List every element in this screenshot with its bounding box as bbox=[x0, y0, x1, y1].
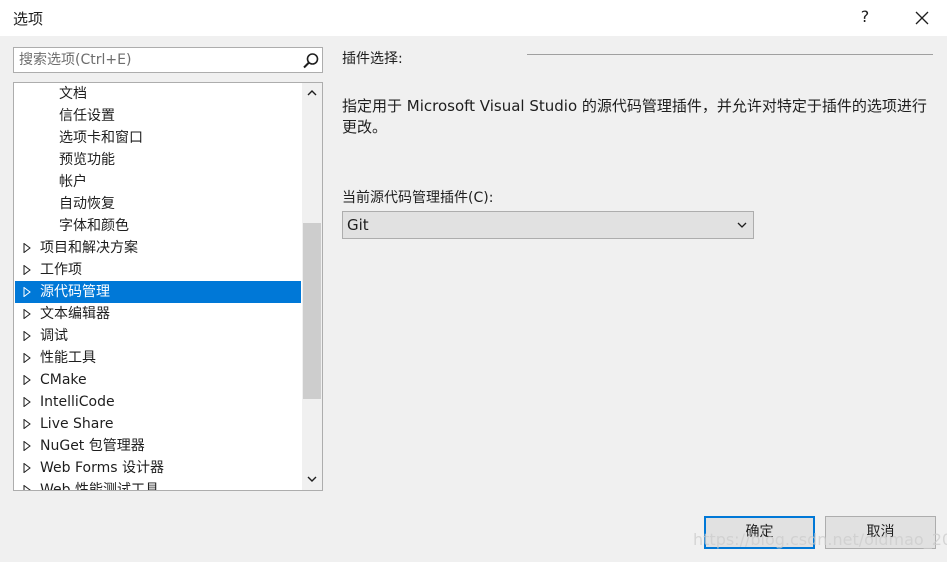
tree-item-label: 调试 bbox=[40, 328, 68, 344]
tree-item[interactable]: NuGet 包管理器 bbox=[15, 435, 301, 457]
expand-arrow-icon[interactable] bbox=[22, 353, 32, 363]
tree-item-label: 帐户 bbox=[59, 174, 87, 190]
expand-arrow-icon[interactable] bbox=[22, 265, 32, 275]
tree-item[interactable]: 项目和解决方案 bbox=[15, 237, 301, 259]
tree-item[interactable]: 帐户 bbox=[15, 171, 301, 193]
help-button[interactable]: ? bbox=[852, 4, 878, 30]
tree-item-label: Live Share bbox=[40, 416, 114, 432]
tree-item-label: NuGet 包管理器 bbox=[40, 438, 145, 454]
tree-item-label: 性能工具 bbox=[40, 350, 96, 366]
expand-arrow-icon[interactable] bbox=[22, 375, 32, 385]
close-button[interactable] bbox=[904, 3, 940, 33]
options-tree: 文档信任设置选项卡和窗口 预览功能帐户自动恢复字体和颜色项目和解决方案 工作项源代码… bbox=[14, 83, 302, 490]
expand-arrow-icon[interactable] bbox=[22, 485, 32, 490]
tree-scrollbar[interactable] bbox=[302, 83, 322, 490]
plugin-select-value: Git bbox=[347, 216, 369, 234]
expand-arrow-icon[interactable] bbox=[22, 309, 32, 319]
section-title: 插件选择: bbox=[342, 51, 403, 67]
tree-item[interactable]: 性能工具 bbox=[15, 347, 301, 369]
tree-item[interactable]: 文档 bbox=[15, 83, 301, 105]
tree-item-label: 工作项 bbox=[40, 262, 82, 278]
tree-item[interactable]: Web Forms 设计器 bbox=[15, 457, 301, 479]
tree-item[interactable]: 源代码管理 bbox=[15, 281, 301, 303]
tree-item-label: IntelliCode bbox=[40, 394, 115, 410]
tree-item[interactable]: Live Share bbox=[15, 413, 301, 435]
options-tree-panel: 文档信任设置选项卡和窗口 预览功能帐户自动恢复字体和颜色项目和解决方案 工作项源代码… bbox=[13, 82, 323, 491]
tree-item[interactable]: 工作项 bbox=[15, 259, 301, 281]
tree-item-label: Web 性能测试工具 bbox=[40, 482, 159, 490]
window-title: 选项 bbox=[13, 10, 44, 28]
scroll-down-button[interactable] bbox=[302, 470, 322, 490]
chevron-down-icon bbox=[307, 476, 317, 482]
tree-item-label: 项目和解决方案 bbox=[40, 240, 138, 256]
tree-item-label: Web Forms 设计器 bbox=[40, 460, 164, 476]
search-input[interactable] bbox=[14, 48, 296, 72]
section-divider bbox=[527, 54, 933, 55]
tree-item[interactable]: 自动恢复 bbox=[15, 193, 301, 215]
plugin-select[interactable]: Git bbox=[342, 211, 754, 239]
plugin-description: 指定用于 Microsoft Visual Studio 的源代码管理插件，并允… bbox=[342, 97, 927, 136]
search-icon[interactable] bbox=[302, 52, 320, 70]
tree-item[interactable]: Web 性能测试工具 bbox=[15, 479, 301, 490]
tree-item[interactable]: 信任设置 bbox=[15, 105, 301, 127]
close-icon bbox=[915, 11, 929, 25]
tree-item[interactable]: 选项卡和窗口 bbox=[15, 127, 301, 149]
tree-item-label: 信任设置 bbox=[59, 108, 115, 124]
tree-item-label: 字体和颜色 bbox=[59, 218, 129, 234]
expand-arrow-icon[interactable] bbox=[22, 243, 32, 253]
tree-item-label: 选项卡和窗口 bbox=[59, 130, 143, 146]
scroll-thumb[interactable] bbox=[303, 223, 321, 399]
expand-arrow-icon[interactable] bbox=[22, 441, 32, 451]
title-bar: 选项 ? bbox=[0, 0, 947, 36]
expand-arrow-icon[interactable] bbox=[22, 419, 32, 429]
expand-arrow-icon[interactable] bbox=[22, 463, 32, 473]
scroll-up-button[interactable] bbox=[302, 83, 322, 103]
tree-item[interactable]: IntelliCode bbox=[15, 391, 301, 413]
tree-item[interactable]: 调试 bbox=[15, 325, 301, 347]
search-box bbox=[13, 47, 323, 73]
expand-arrow-icon[interactable] bbox=[22, 331, 32, 341]
expand-arrow-icon[interactable] bbox=[22, 397, 32, 407]
plugin-label: 当前源代码管理插件(C): bbox=[342, 190, 494, 206]
tree-item[interactable]: CMake bbox=[15, 369, 301, 391]
tree-item-label: 源代码管理 bbox=[40, 284, 110, 300]
watermark: https://blog.csdn.net/oldmao_2001 bbox=[693, 530, 947, 549]
expand-arrow-icon[interactable] bbox=[22, 287, 32, 297]
tree-item-label: 预览功能 bbox=[59, 152, 115, 168]
tree-item-label: 文本编辑器 bbox=[40, 306, 110, 322]
tree-item-label: CMake bbox=[40, 372, 87, 388]
tree-item[interactable]: 字体和颜色 bbox=[15, 215, 301, 237]
chevron-up-icon bbox=[307, 90, 317, 96]
tree-item-label: 文档 bbox=[59, 86, 87, 102]
tree-item[interactable]: 预览功能 bbox=[15, 149, 301, 171]
chevron-down-icon bbox=[737, 222, 747, 228]
tree-item[interactable]: 文本编辑器 bbox=[15, 303, 301, 325]
tree-item-label: 自动恢复 bbox=[59, 196, 115, 212]
